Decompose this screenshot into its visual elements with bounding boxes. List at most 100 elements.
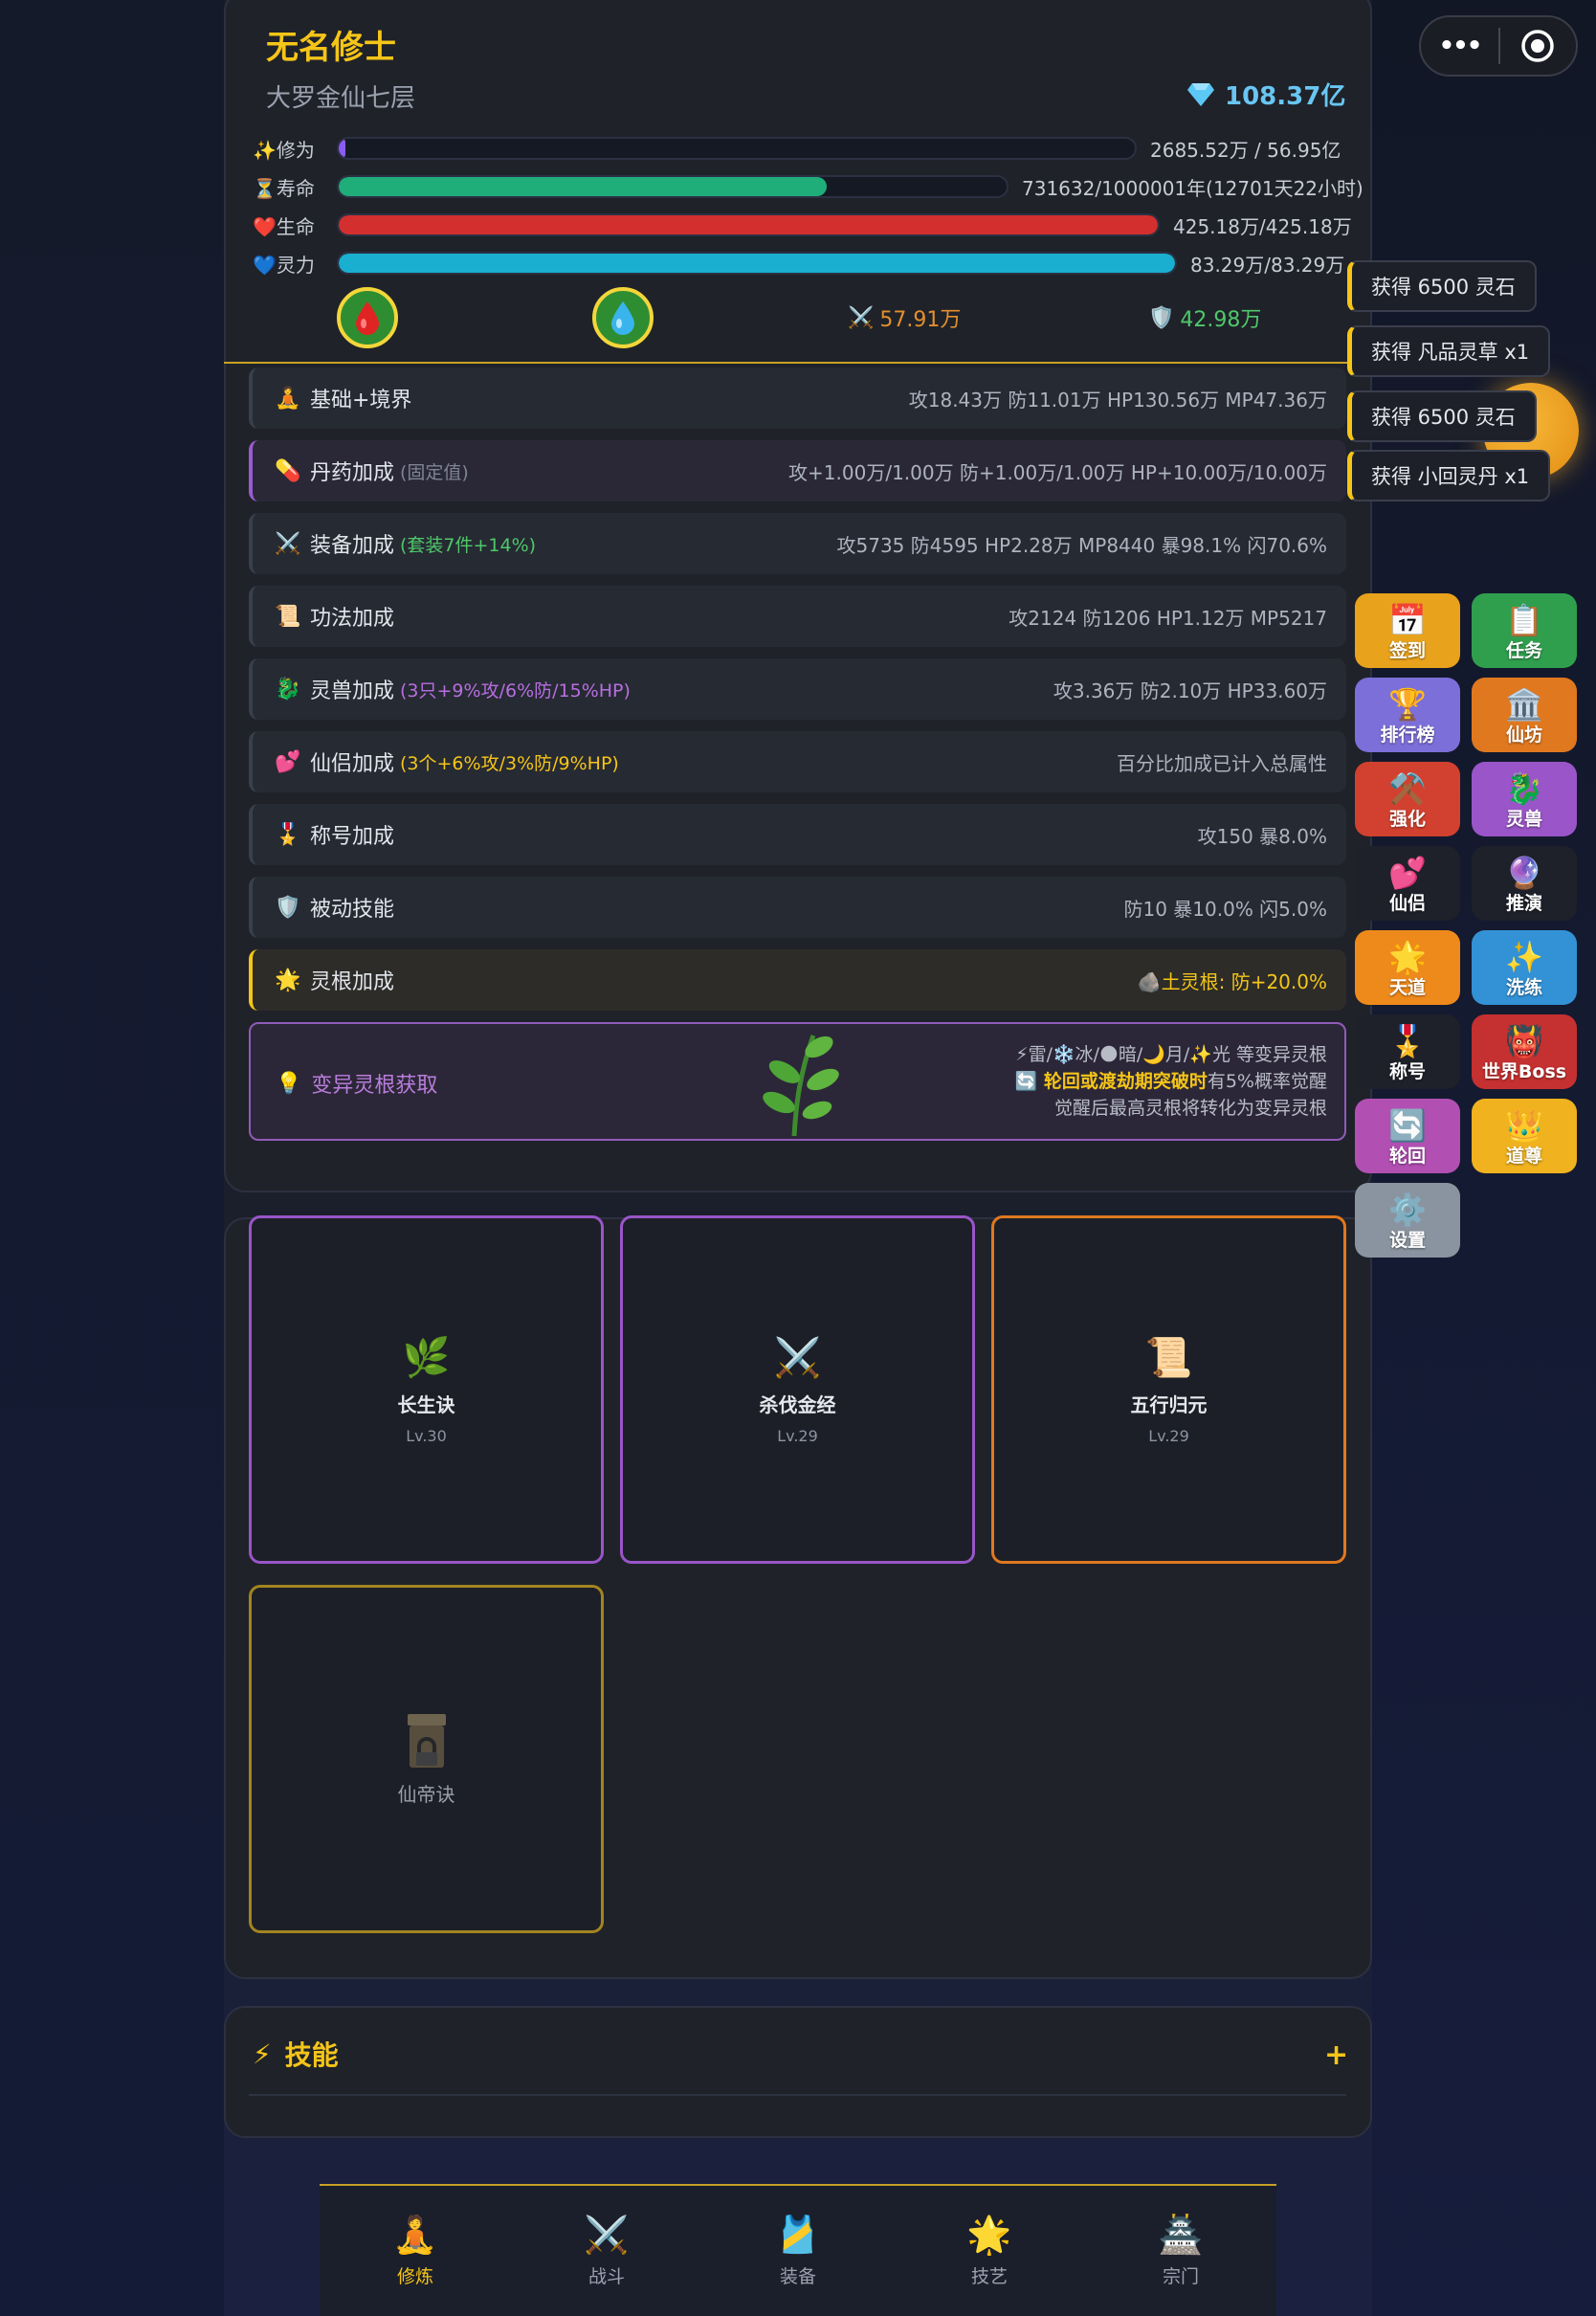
player-name: 无名修士 (266, 29, 396, 67)
crystal-ball-icon: 🔮 (1505, 855, 1543, 891)
companion-button[interactable]: 💕 仙侣 (1355, 846, 1460, 921)
reincarnation-button[interactable]: 🔄 轮回 (1355, 1099, 1460, 1173)
calendar-icon: 📅 (1388, 602, 1427, 638)
skills-divider (249, 2094, 1346, 2096)
crossed-swords-icon: ⚔️ (275, 531, 301, 556)
leaderboard-button[interactable]: 🏆 排行榜 (1355, 678, 1460, 752)
variant-spirit-root-info: 💡 变异灵根获取 ⚡雷/❄️冰/🌑暗/🌙月/✨光 等变异灵根 🔄 轮回或渡劫期突… (249, 1022, 1346, 1141)
attack-stat: ⚔️ 57.91万 (848, 302, 961, 333)
dragon-icon: 🐉 (275, 677, 301, 701)
blood-drop-icon (356, 301, 379, 335)
lock-icon (407, 1713, 446, 1768)
bar-fill (339, 254, 1175, 273)
scroll-icon: 📜 (275, 604, 301, 629)
bar-fill (339, 139, 345, 158)
add-skill-button[interactable]: + (1324, 2038, 1348, 2072)
dao-lord-button[interactable]: 👑 道尊 (1472, 1099, 1577, 1173)
checkin-button[interactable]: 📅 签到 (1355, 593, 1460, 668)
shield-icon: 🛡️ (1148, 305, 1175, 330)
bonus-row-titles: 🎖️ 称号加成 攻150 暴8.0% (249, 804, 1346, 865)
bonus-row-pills: 💊 丹药加成 (固定值) 攻+1.00万/1.00万 防+1.00万/1.00万… (249, 440, 1346, 501)
mana-potion-button[interactable] (592, 287, 654, 348)
bonus-value: 攻2124 防1206 HP1.12万 MP5217 (1009, 606, 1327, 630)
stat-row-cultivation: ✨修为 2685.52万 / 56.95亿 (253, 134, 1341, 163)
classical-building-icon: 🏛️ (1505, 686, 1543, 723)
technique-level: Lv.29 (777, 1426, 818, 1445)
player-realm: 大罗金仙七层 (266, 84, 416, 113)
shield-icon: 🛡️ (275, 895, 301, 920)
bonus-value: 百分比加成已计入总属性 (1117, 751, 1327, 775)
nav-tab-battle[interactable]: ⚔️ 战斗 (511, 2186, 702, 2316)
bonus-title: 丹药加成 (310, 461, 395, 485)
defense-value: 42.98万 (1180, 308, 1262, 332)
page-background-left (0, 0, 224, 2316)
mana-bar (337, 252, 1177, 275)
attack-value: 57.91万 (879, 308, 962, 332)
crossed-swords-icon: ⚔️ (848, 305, 875, 330)
bar-fill (339, 177, 827, 196)
technique-name: 杀伐金经 (759, 1392, 836, 1416)
settings-button[interactable]: ⚙️ 设置 (1355, 1183, 1460, 1258)
tasks-button[interactable]: 📋 任务 (1472, 593, 1577, 668)
clipboard-icon: 📋 (1505, 602, 1543, 638)
medal-icon: 🎖️ (1388, 1023, 1427, 1059)
stat-value: 425.18万/425.18万 (1173, 214, 1352, 238)
technique-name: 长生诀 (397, 1392, 455, 1416)
spirit-beast-button[interactable]: 🐉 灵兽 (1472, 762, 1577, 836)
lightning-icon: ⚡ (253, 2038, 272, 2070)
bonus-subtitle: (套装7件+14%) (400, 534, 537, 556)
nav-label: 宗门 (1162, 2266, 1199, 2287)
technique-card[interactable]: 🌿 长生诀 Lv.30 (249, 1215, 604, 1564)
cultivation-progress-bar (337, 137, 1137, 160)
nav-tab-arts[interactable]: 🌟 技艺 (894, 2186, 1085, 2316)
technique-name: 仙帝诀 (397, 1782, 455, 1806)
nav-label: 技艺 (970, 2266, 1008, 2287)
title-button[interactable]: 🎖️ 称号 (1355, 1014, 1460, 1089)
bonus-title: 称号加成 (310, 825, 395, 849)
herb-icon: 🌿 (402, 1335, 451, 1380)
crossed-swords-icon: ⚔️ (584, 2214, 630, 2256)
bonus-row-spirit-root: 🌟 灵根加成 🪨土灵根: 防+20.0% (249, 949, 1346, 1011)
hammer-pick-icon: ⚒️ (1388, 770, 1427, 807)
glowing-star-icon: 🌟 (966, 2214, 1012, 2256)
bonus-value: 防10 暴10.0% 闪5.0% (1123, 897, 1327, 921)
technique-card[interactable]: 📜 五行归元 Lv.29 (991, 1215, 1346, 1564)
technique-name: 五行归元 (1130, 1392, 1208, 1416)
health-potion-button[interactable] (337, 287, 398, 348)
bonus-subtitle: (固定值) (400, 461, 469, 483)
refine-button[interactable]: ✨ 洗练 (1472, 930, 1577, 1005)
nav-tab-cultivate[interactable]: 🧘 修炼 (320, 2186, 511, 2316)
technique-card-locked[interactable]: 仙帝诀 (249, 1585, 604, 1933)
bonus-title: 仙侣加成 (310, 752, 395, 776)
more-icon[interactable]: ••• (1421, 32, 1498, 60)
divination-button[interactable]: 🔮 推演 (1472, 846, 1577, 921)
defense-stat: 🛡️ 42.98万 (1148, 302, 1261, 333)
bonus-row-companions: 💕 仙侣加成 (3个+6%攻/3%防/9%HP) 百分比加成已计入总属性 (249, 731, 1346, 792)
bonus-value: 攻+1.00万/1.00万 防+1.00万/1.00万 HP+10.00万/10… (788, 460, 1327, 484)
sparkles-icon: ✨ (1505, 939, 1543, 975)
two-hearts-icon: 💕 (275, 749, 301, 774)
temple-icon: 🏯 (1158, 2214, 1204, 2256)
nav-label: 装备 (779, 2266, 816, 2287)
stat-value: 731632/1000001年(12701天22小时) (1022, 176, 1363, 200)
bonus-row-equipment: ⚔️ 装备加成 (套装7件+14%) 攻5735 防4595 HP2.28万 M… (249, 513, 1346, 574)
bonus-row-base-realm: 🧘 基础+境界 攻18.43万 防11.01万 HP130.56万 MP47.3… (249, 367, 1346, 429)
world-boss-button[interactable]: 👹 世界Boss (1472, 1014, 1577, 1089)
heavenly-dao-button[interactable]: 🌟 天道 (1355, 930, 1460, 1005)
technique-card[interactable]: ⚔️ 杀伐金经 Lv.29 (620, 1215, 975, 1564)
nav-tab-equipment[interactable]: 🎽 装备 (702, 2186, 894, 2316)
medal-icon: 🎖️ (275, 822, 301, 847)
glowing-star-icon: 🌟 (275, 968, 301, 992)
lightbulb-icon: 💡 (276, 1071, 302, 1096)
skills-panel (224, 2006, 1372, 2138)
nav-tab-sect[interactable]: 🏯 宗门 (1085, 2186, 1276, 2316)
bonus-title: 装备加成 (310, 534, 395, 558)
market-button[interactable]: 🏛️ 仙坊 (1472, 678, 1577, 752)
close-target-icon[interactable] (1500, 29, 1576, 63)
variant-line-2: 🔄 轮回或渡劫期突破时有5%概率觉醒 (1014, 1071, 1327, 1092)
bonus-value: 攻18.43万 防11.01万 HP130.56万 MP47.36万 (908, 388, 1327, 412)
stat-label: ✨修为 (253, 138, 315, 162)
toast-notification: 获得 小回灵丹 x1 (1347, 450, 1551, 501)
technique-level: Lv.30 (406, 1426, 447, 1445)
enhance-button[interactable]: ⚒️ 强化 (1355, 762, 1460, 836)
